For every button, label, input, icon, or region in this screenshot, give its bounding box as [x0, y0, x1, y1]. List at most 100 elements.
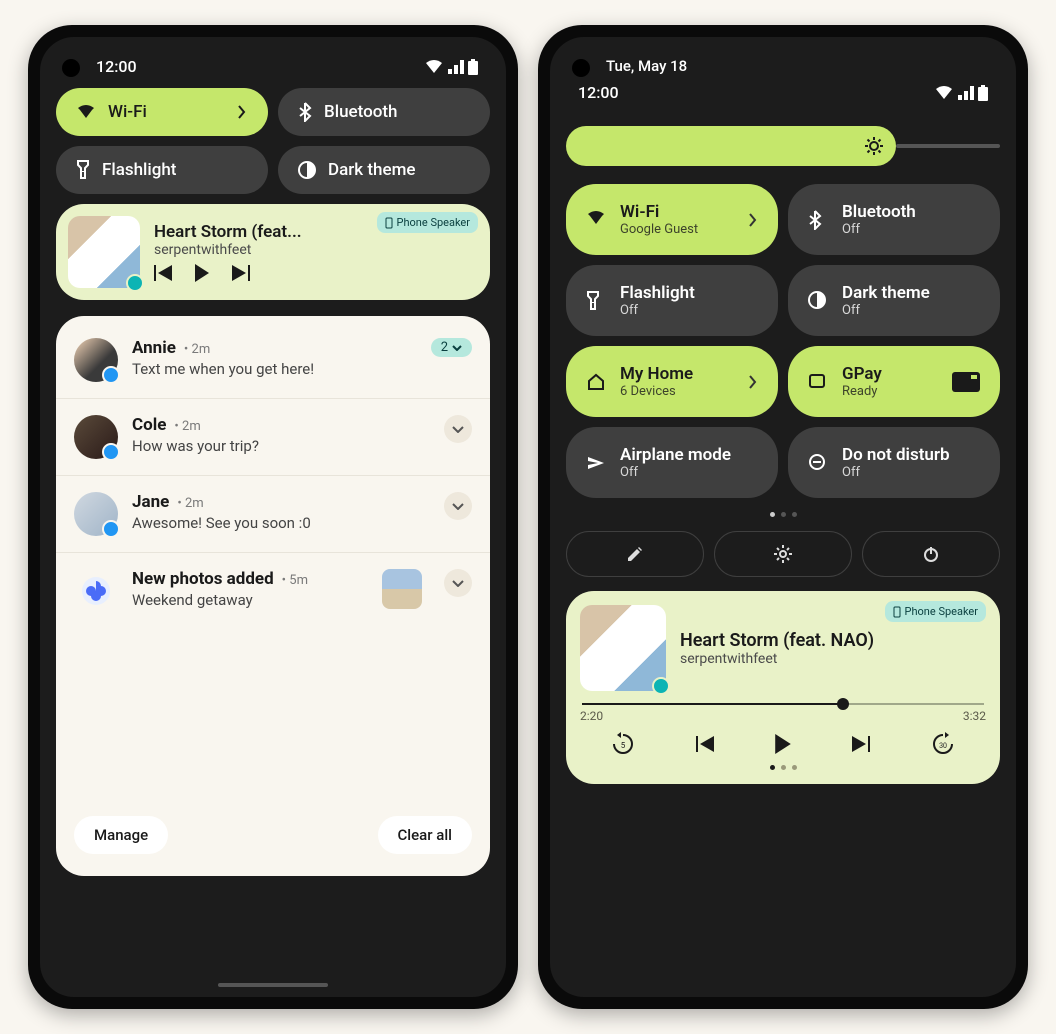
output-chip[interactable]: Phone Speaker — [377, 212, 478, 233]
phone-speaker-icon — [385, 217, 393, 229]
wifi-status-icon — [934, 85, 954, 101]
album-art — [68, 216, 140, 288]
tile-flashlight[interactable]: Flashlight — [56, 146, 268, 194]
skip-prev-icon[interactable] — [696, 736, 714, 752]
home-indicator[interactable] — [218, 983, 328, 987]
track-artist: serpentwithfeet — [154, 242, 478, 258]
progress-bar[interactable] — [582, 703, 984, 705]
play-icon[interactable] — [774, 734, 792, 754]
avatar — [74, 415, 118, 459]
tile-bluetooth[interactable]: BluetoothOff — [788, 184, 1000, 255]
tile-gpay[interactable]: GPayReady — [788, 346, 1000, 417]
notif-message: Text me when you get here! — [132, 360, 417, 378]
notif-sender: New photos added — [132, 569, 274, 589]
tile-flashlight-label: Flashlight — [102, 160, 176, 180]
tile-subtitle: Off — [620, 303, 758, 318]
app-badge-icon — [102, 443, 120, 461]
tile-bluetooth-label: Bluetooth — [324, 102, 398, 122]
media-page-dots — [580, 765, 986, 770]
manage-button[interactable]: Manage — [74, 816, 168, 854]
chevron-down-icon — [452, 580, 464, 587]
notification-item[interactable]: Annie• 2m Text me when you get here! 2 — [56, 322, 490, 399]
clock: 12:00 — [96, 57, 137, 76]
signal-icon — [958, 86, 974, 100]
phone-right: Tue, May 18 12:00 Wi-FiGoogle GuestBluet… — [538, 25, 1028, 1009]
app-source-badge — [652, 677, 670, 695]
app-badge-icon — [102, 520, 120, 538]
media-card-expanded[interactable]: Phone Speaker Heart Storm (feat. NAO) se… — [566, 591, 1000, 784]
battery-icon — [468, 59, 478, 75]
flash-icon — [586, 291, 606, 311]
tile-wi-fi[interactable]: Wi-FiGoogle Guest — [566, 184, 778, 255]
bluetooth-icon — [298, 102, 312, 122]
album-art — [580, 605, 666, 691]
brightness-icon — [864, 136, 884, 156]
expand-button[interactable] — [444, 415, 472, 443]
tile-subtitle: Ready — [842, 384, 938, 399]
notification-item[interactable]: Cole• 2m How was your trip? — [56, 399, 490, 476]
expand-button[interactable] — [444, 492, 472, 520]
tile-airplane-mode[interactable]: Airplane modeOff — [566, 427, 778, 498]
tile-label: Dark theme — [842, 283, 980, 303]
power-button[interactable] — [862, 531, 1000, 577]
tile-label: Bluetooth — [842, 202, 980, 222]
track-title: Heart Storm (feat. NAO) — [680, 630, 986, 651]
clear-all-button[interactable]: Clear all — [378, 816, 473, 854]
total-time: 3:32 — [963, 709, 986, 723]
brightness-slider[interactable] — [566, 126, 1000, 166]
gear-icon — [773, 544, 793, 564]
tile-dark-theme[interactable]: Dark themeOff — [788, 265, 1000, 336]
tile-my-home[interactable]: My Home6 Devices — [566, 346, 778, 417]
tile-dark-theme[interactable]: Dark theme — [278, 146, 490, 194]
screen-left: 12:00 Wi-Fi Bluetooth — [40, 37, 506, 997]
tile-label: Flashlight — [620, 283, 758, 303]
status-bar: 12:00 — [40, 37, 506, 88]
notif-count-chip[interactable]: 2 — [431, 338, 472, 357]
battery-icon — [978, 85, 988, 101]
avatar — [74, 338, 118, 382]
tile-wifi[interactable]: Wi-Fi — [56, 88, 268, 136]
settings-button[interactable] — [714, 531, 852, 577]
forward-30-icon[interactable]: 30 — [930, 731, 956, 757]
tile-wifi-label: Wi-Fi — [108, 102, 147, 122]
tile-subtitle: Off — [620, 465, 758, 480]
flashlight-icon — [76, 160, 90, 180]
dark-theme-icon — [298, 161, 316, 179]
tile-subtitle: Google Guest — [620, 222, 734, 237]
photos-app-icon — [74, 569, 118, 613]
signal-icon — [448, 60, 464, 74]
front-camera — [572, 59, 590, 77]
expand-button[interactable] — [444, 569, 472, 597]
screen-right: Tue, May 18 12:00 Wi-FiGoogle GuestBluet… — [550, 37, 1016, 997]
chevron-right-icon — [748, 375, 758, 389]
tile-flashlight[interactable]: FlashlightOff — [566, 265, 778, 336]
notif-sender: Annie — [132, 338, 176, 358]
tile-label: My Home — [620, 364, 734, 384]
page-indicator — [566, 512, 1000, 517]
edit-tiles-button[interactable] — [566, 531, 704, 577]
notif-time: • 5m — [282, 573, 308, 588]
svg-text:30: 30 — [939, 742, 947, 750]
notification-item[interactable]: New photos added• 5m Weekend getaway — [56, 553, 490, 629]
tile-do-not-disturb[interactable]: Do not disturbOff — [788, 427, 1000, 498]
notification-item[interactable]: Jane• 2m Awesome! See you soon :0 — [56, 476, 490, 553]
chevron-down-icon — [452, 345, 462, 351]
tile-subtitle: Off — [842, 465, 980, 480]
chevron-right-icon — [236, 105, 248, 119]
tile-label: Wi-Fi — [620, 202, 734, 222]
tile-bluetooth[interactable]: Bluetooth — [278, 88, 490, 136]
output-chip[interactable]: Phone Speaker — [885, 601, 986, 622]
gpay-icon — [808, 372, 828, 392]
quick-settings-grid: Wi-FiGoogle GuestBluetoothOffFlashlightO… — [566, 184, 1000, 498]
wifi-icon — [586, 210, 606, 230]
elapsed-time: 2:20 — [580, 709, 603, 723]
media-card[interactable]: Heart Storm (feat... serpentwithfeet Pho… — [56, 204, 490, 300]
rewind-5-icon[interactable]: 5 — [610, 731, 636, 757]
skip-next-icon[interactable] — [852, 736, 870, 752]
progress-handle[interactable] — [837, 698, 849, 710]
skip-next-icon[interactable] — [232, 265, 250, 281]
phone-speaker-icon — [893, 606, 901, 618]
skip-prev-icon[interactable] — [154, 265, 172, 281]
app-badge-icon — [102, 366, 120, 384]
play-icon[interactable] — [194, 264, 210, 282]
